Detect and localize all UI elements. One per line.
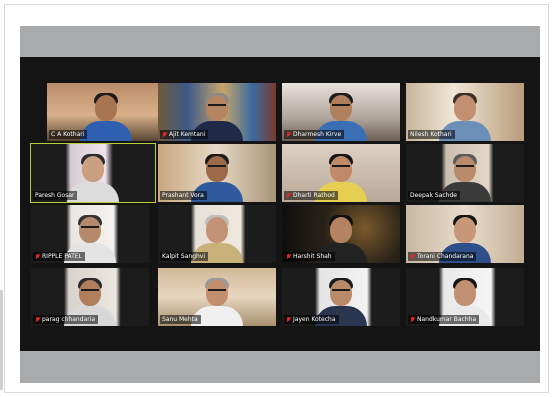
mic-muted-icon	[410, 253, 415, 260]
mic-muted-icon	[286, 253, 291, 260]
mic-muted-icon	[286, 192, 291, 199]
participant-name: Nandkumar Bachha	[408, 315, 480, 324]
participant-name: Paresh Gosar	[33, 191, 78, 200]
participant-name: Dharmesh Kirve	[284, 130, 345, 139]
video-tile[interactable]: parag chhandaria	[31, 268, 149, 326]
participant-name: Nilesh Kothari	[408, 130, 455, 139]
video-tile[interactable]: Nandkumar Bachha	[406, 268, 524, 326]
participant-name: Dharti Rathod	[284, 191, 338, 200]
video-tile[interactable]: Torani Chandarana	[406, 205, 524, 263]
video-tile[interactable]: Jayen Kotecha	[282, 268, 400, 326]
video-tile[interactable]: Dharmesh Kirve	[282, 83, 400, 141]
participant-name: Ajit Kemtani	[160, 130, 209, 139]
participant-name: C A Kothari	[49, 130, 88, 139]
mic-muted-icon	[286, 316, 291, 323]
video-tile[interactable]: Nilesh Kothari	[406, 83, 524, 141]
participant-name: Kalpit Sanghvi	[160, 252, 209, 261]
video-tile[interactable]: Deepak Sachde	[406, 144, 524, 202]
mic-muted-icon	[162, 131, 167, 138]
bottom-bar	[20, 351, 540, 383]
video-tile[interactable]: Kalpit Sanghvi	[158, 205, 276, 263]
video-tile[interactable]: Harshit Shah	[282, 205, 400, 263]
video-tile[interactable]: Prashant Vora	[158, 144, 276, 202]
mic-muted-icon	[35, 316, 40, 323]
participant-name: Prashant Vora	[160, 191, 207, 200]
participant-name: Sanu Mehta	[160, 315, 201, 324]
video-tile[interactable]: Ajit Kemtani	[158, 83, 276, 141]
top-bar	[20, 26, 540, 57]
video-tile[interactable]: C A Kothari	[47, 83, 165, 141]
video-tile[interactable]: Sanu Mehta	[158, 268, 276, 326]
mic-muted-icon	[410, 316, 415, 323]
participant-name: Jayen Kotecha	[284, 315, 339, 324]
video-tile[interactable]: Dharti Rathod	[282, 144, 400, 202]
participant-name: parag chhandaria	[33, 315, 99, 324]
mic-muted-icon	[35, 253, 40, 260]
participant-name: RIPPLE PATEL	[33, 252, 85, 261]
video-gallery: C A Kothari Ajit Kemtani Dharmesh Kirve …	[20, 57, 540, 351]
participant-name: Torani Chandarana	[408, 252, 477, 261]
video-tile[interactable]: RIPPLE PATEL	[31, 205, 149, 263]
video-tile-active-speaker[interactable]: Paresh Gosar	[30, 143, 156, 203]
frame-edge	[0, 290, 3, 390]
mic-muted-icon	[286, 131, 291, 138]
participant-name: Deepak Sachde	[408, 191, 460, 200]
participant-name: Harshit Shah	[284, 252, 335, 261]
